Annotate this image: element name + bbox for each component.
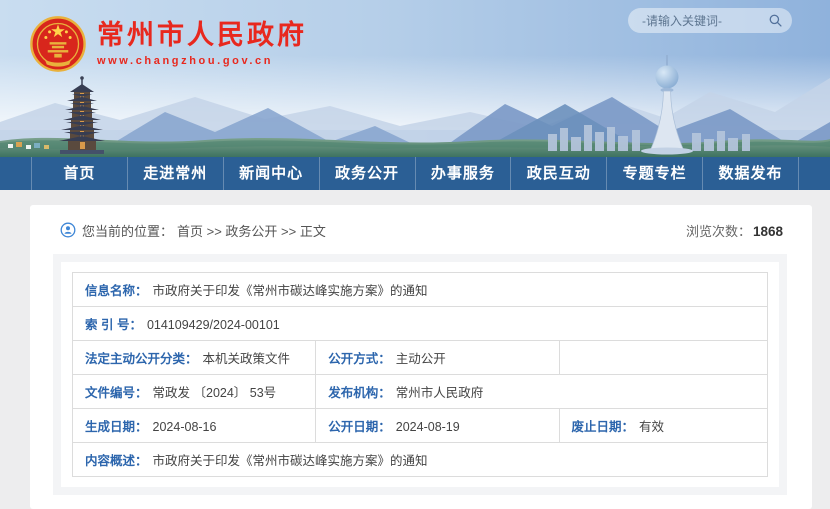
field-label: 公开方式： bbox=[328, 352, 391, 366]
field-value: 常政发 〔2024〕 53号 bbox=[153, 386, 277, 400]
nav-item-about[interactable]: 走进常州 bbox=[127, 157, 223, 190]
field-label: 文件编号： bbox=[85, 386, 148, 400]
view-counter: 浏览次数：1868 bbox=[686, 221, 783, 240]
content-card: 您当前的位置： 首页 >> 政务公开 >> 正文 浏览次数：1868 信息名称：… bbox=[30, 205, 812, 509]
field-value: 2024-08-16 bbox=[153, 420, 217, 434]
breadcrumb-row: 您当前的位置： 首页 >> 政务公开 >> 正文 浏览次数：1868 bbox=[53, 218, 787, 242]
document-info-table: 信息名称： 市政府关于印发《常州市碳达峰实施方案》的通知 索 引 号： 014109… bbox=[72, 272, 768, 477]
nav-item-home[interactable]: 首页 bbox=[31, 157, 127, 190]
nav-label: 首页 bbox=[63, 165, 95, 182]
site-logo-block[interactable]: 常州市人民政府 www.changzhou.gov.cn bbox=[30, 16, 307, 72]
field-value: 本机关政策文件 bbox=[203, 352, 291, 366]
cell-empty bbox=[559, 341, 768, 375]
table-row: 生成日期： 2024-08-16 公开日期： 2024-08-19 废止日期： 有效 bbox=[73, 409, 768, 443]
nav-item-topics[interactable]: 专题专栏 bbox=[606, 157, 702, 190]
field-label: 内容概述： bbox=[85, 454, 148, 468]
nav-item-services[interactable]: 办事服务 bbox=[415, 157, 511, 190]
table-row: 文件编号： 常政发 〔2024〕 53号 发布机构： 常州市人民政府 bbox=[73, 375, 768, 409]
nav-item-data[interactable]: 数据发布 bbox=[702, 157, 799, 190]
nav-item-gov-info[interactable]: 政务公开 bbox=[319, 157, 415, 190]
breadcrumb-path[interactable]: 首页 >> 政务公开 >> 正文 bbox=[177, 221, 326, 240]
nav-label: 政务公开 bbox=[335, 165, 399, 182]
field-value: 市政府关于印发《常州市碳达峰实施方案》的通知 bbox=[153, 284, 428, 298]
field-label: 法定主动公开分类： bbox=[85, 352, 198, 366]
nav-item-interaction[interactable]: 政民互动 bbox=[510, 157, 606, 190]
nav-item-news[interactable]: 新闻中心 bbox=[223, 157, 319, 190]
info-panel-inner: 信息名称： 市政府关于印发《常州市碳达峰实施方案》的通知 索 引 号： 014109… bbox=[61, 262, 779, 487]
nav-label: 走进常州 bbox=[143, 165, 207, 182]
nav-label: 政民互动 bbox=[527, 165, 591, 182]
breadcrumb: 您当前的位置： 首页 >> 政务公开 >> 正文 bbox=[60, 221, 326, 240]
field-label: 废止日期： bbox=[572, 420, 635, 434]
view-counter-value: 1868 bbox=[753, 224, 783, 239]
info-panel: 信息名称： 市政府关于印发《常州市碳达峰实施方案》的通知 索 引 号： 014109… bbox=[53, 254, 787, 495]
field-value: 市政府关于印发《常州市碳达峰实施方案》的通知 bbox=[153, 454, 428, 468]
breadcrumb-prefix: 您当前的位置： bbox=[82, 221, 173, 240]
field-label: 索 引 号： bbox=[85, 318, 142, 332]
field-value: 主动公开 bbox=[396, 352, 446, 366]
field-label: 公开日期： bbox=[328, 420, 391, 434]
field-label: 生成日期： bbox=[85, 420, 148, 434]
nav-label: 专题专栏 bbox=[623, 165, 687, 182]
main-nav: 首页 走进常州 新闻中心 政务公开 办事服务 政民互动 专题专栏 数据发布 bbox=[0, 157, 830, 190]
cell-create-date: 生成日期： 2024-08-16 bbox=[73, 409, 316, 443]
location-person-icon bbox=[60, 222, 76, 238]
cell-index-no: 索 引 号： 014109429/2024-00101 bbox=[73, 307, 768, 341]
cell-public-method: 公开方式： 主动公开 bbox=[316, 341, 559, 375]
cell-info-name: 信息名称： 市政府关于印发《常州市碳达峰实施方案》的通知 bbox=[73, 273, 768, 307]
field-label: 发布机构： bbox=[328, 386, 391, 400]
cell-publish-date: 公开日期： 2024-08-19 bbox=[316, 409, 559, 443]
cell-doc-no: 文件编号： 常政发 〔2024〕 53号 bbox=[73, 375, 316, 409]
search-box[interactable] bbox=[628, 8, 792, 33]
cell-summary: 内容概述： 市政府关于印发《常州市碳达峰实施方案》的通知 bbox=[73, 443, 768, 477]
nav-label: 办事服务 bbox=[431, 165, 495, 182]
view-counter-label: 浏览次数： bbox=[686, 224, 751, 239]
field-value: 有效 bbox=[639, 420, 664, 434]
table-row: 信息名称： 市政府关于印发《常州市碳达峰实施方案》的通知 bbox=[73, 273, 768, 307]
site-title: 常州市人民政府 bbox=[97, 21, 307, 51]
table-row: 内容概述： 市政府关于印发《常州市碳达峰实施方案》的通知 bbox=[73, 443, 768, 477]
search-icon[interactable] bbox=[768, 13, 783, 28]
site-header-banner: 常州市人民政府 www.changzhou.gov.cn bbox=[0, 0, 830, 157]
field-value: 常州市人民政府 bbox=[396, 386, 484, 400]
field-value: 014109429/2024-00101 bbox=[147, 318, 280, 332]
table-row: 法定主动公开分类： 本机关政策文件 公开方式： 主动公开 bbox=[73, 341, 768, 375]
search-input[interactable] bbox=[640, 13, 768, 29]
field-value: 2024-08-19 bbox=[396, 420, 460, 434]
cell-publisher: 发布机构： 常州市人民政府 bbox=[316, 375, 768, 409]
nav-label: 新闻中心 bbox=[239, 165, 303, 182]
cell-category: 法定主动公开分类： 本机关政策文件 bbox=[73, 341, 316, 375]
national-emblem-icon bbox=[30, 16, 86, 72]
field-label: 信息名称： bbox=[85, 284, 148, 298]
table-row: 索 引 号： 014109429/2024-00101 bbox=[73, 307, 768, 341]
site-url: www.changzhou.gov.cn bbox=[97, 55, 307, 67]
cell-expire-date: 废止日期： 有效 bbox=[559, 409, 768, 443]
nav-label: 数据发布 bbox=[719, 165, 783, 182]
